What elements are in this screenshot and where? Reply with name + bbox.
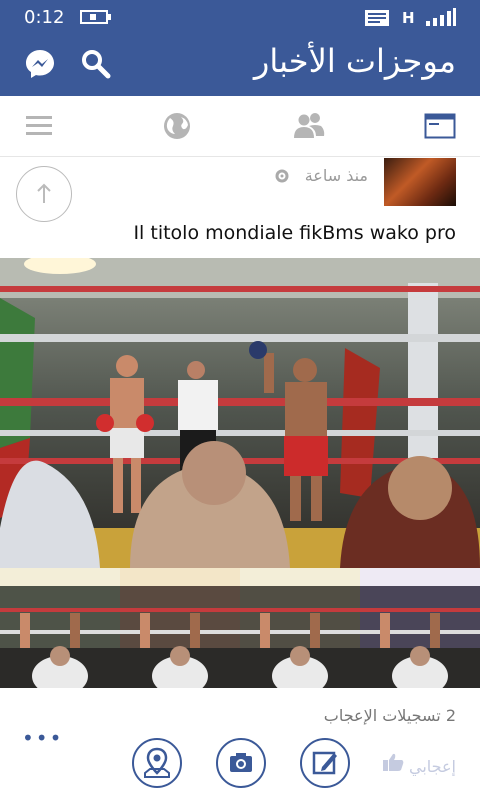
messenger-icon[interactable]	[24, 48, 56, 84]
photo-thumbnails	[0, 568, 480, 696]
globe-icon[interactable]	[161, 112, 193, 140]
post-photo[interactable]	[0, 258, 480, 568]
status-time: 0:12	[24, 7, 65, 28]
post-timestamp: منذ ساعة	[304, 166, 368, 185]
friends-icon[interactable]	[292, 112, 325, 140]
tab-bar	[0, 96, 480, 157]
avatar[interactable]	[384, 158, 456, 206]
battery-charging-icon	[80, 9, 112, 29]
more-options-icon[interactable]: •••	[22, 726, 63, 750]
camera-button[interactable]	[216, 738, 266, 788]
compose-button[interactable]	[300, 738, 350, 788]
app-header: موجزات الأخبار	[0, 34, 480, 96]
photo-thumbnail[interactable]	[360, 568, 480, 696]
menu-icon[interactable]	[24, 112, 56, 140]
network-type: H	[402, 9, 415, 27]
message-icon	[364, 9, 390, 31]
photo-thumbnail[interactable]	[120, 568, 240, 696]
page-title: موجزات الأخبار	[253, 42, 456, 80]
like-button[interactable]: إعجابي	[382, 752, 456, 776]
scroll-to-top-button[interactable]	[16, 166, 72, 222]
thumbs-up-icon	[382, 753, 404, 771]
like-count[interactable]: 2 تسجيلات الإعجاب	[324, 706, 456, 725]
like-button-label: إعجابي	[409, 757, 456, 776]
check-in-button[interactable]	[132, 738, 182, 788]
signal-strength-icon	[425, 7, 457, 31]
search-icon[interactable]	[80, 48, 112, 84]
photo-thumbnail[interactable]	[240, 568, 360, 696]
status-bar: 0:12 H	[0, 0, 480, 34]
photo-thumbnail[interactable]	[0, 568, 120, 696]
post-caption: Il titolo mondiale fikBms wako pro	[133, 222, 456, 244]
news-feed-icon[interactable]	[424, 112, 456, 140]
gear-icon[interactable]	[274, 168, 290, 188]
